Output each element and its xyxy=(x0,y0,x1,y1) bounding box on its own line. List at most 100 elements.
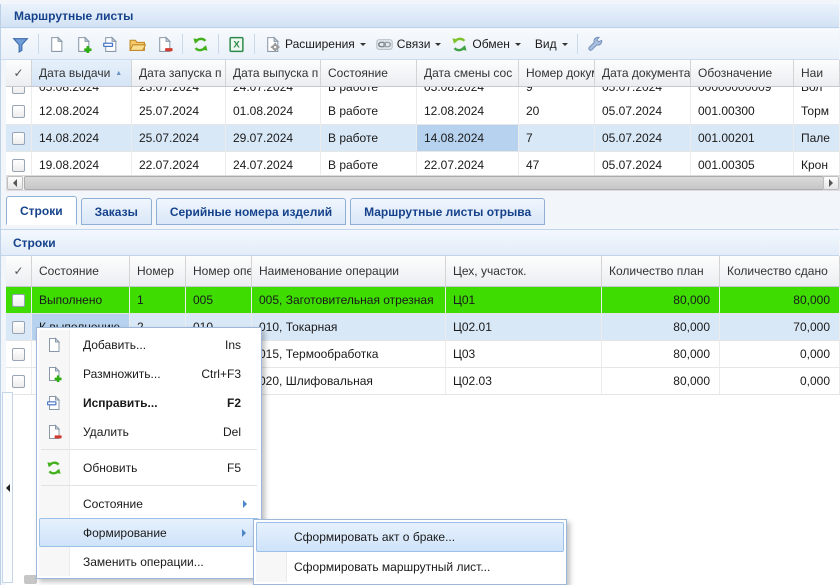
table-cell[interactable]: 24.07.2024 xyxy=(226,87,321,98)
table-cell[interactable]: 001.00305 xyxy=(691,152,794,175)
menu-item-delete[interactable]: УдалитьDel xyxy=(39,417,259,446)
scroll-right-button[interactable] xyxy=(823,176,839,190)
table-cell[interactable]: 005 xyxy=(186,287,252,313)
table-cell[interactable]: Ц01 xyxy=(446,287,602,313)
table-cell[interactable]: 05.07.2024 xyxy=(595,152,691,175)
table-cell[interactable]: 05.07.2024 xyxy=(595,98,691,124)
excel-export-button[interactable]: X xyxy=(224,32,249,56)
extensions-menu-button[interactable]: Расширения xyxy=(260,32,370,56)
row-checkbox[interactable] xyxy=(12,375,25,388)
column-header[interactable]: Номер опера xyxy=(186,256,252,286)
table-cell[interactable]: 19.08.2024 xyxy=(32,152,132,175)
menu-item-replace-operations[interactable]: Заменить операции... xyxy=(39,547,259,576)
table-cell[interactable]: Крон xyxy=(794,152,840,175)
column-header[interactable]: Наи xyxy=(794,60,840,86)
row-select-cell[interactable] xyxy=(6,98,32,124)
table-cell[interactable]: 25.07.2024 xyxy=(132,98,226,124)
table-cell[interactable]: 24.07.2024 xyxy=(226,152,321,175)
row-select-cell[interactable] xyxy=(6,287,32,313)
table-cell[interactable]: В работе xyxy=(321,152,417,175)
table-cell[interactable]: 01.08.2024 xyxy=(226,98,321,124)
column-header[interactable]: Номер xyxy=(130,256,186,286)
table-cell[interactable]: 020, Шлифовальная xyxy=(252,368,446,394)
row-select-cell[interactable] xyxy=(6,368,32,394)
table-cell[interactable]: 1 xyxy=(130,287,186,313)
table-cell[interactable]: 05.08.2024 xyxy=(32,87,132,98)
table-cell[interactable]: В работе xyxy=(321,98,417,124)
table-cell[interactable]: 70,000 xyxy=(720,314,840,340)
submenu-item-route-sheet[interactable]: Сформировать маршрутный лист... xyxy=(256,552,564,582)
table-cell[interactable]: В работе xyxy=(321,87,417,98)
table-cell[interactable]: Ц02.01 xyxy=(446,314,602,340)
column-header[interactable]: Номер докум xyxy=(519,60,595,86)
tab-lines[interactable]: Строки xyxy=(6,196,77,225)
table-row[interactable]: 19.08.202422.07.202424.07.2024В работе22… xyxy=(6,152,840,175)
table-cell[interactable]: 9 xyxy=(519,87,595,98)
table-cell[interactable]: 80,000 xyxy=(602,287,720,313)
table-cell[interactable]: 23.07.2024 xyxy=(132,87,226,98)
table-cell[interactable]: 00000000009 xyxy=(691,87,794,98)
table-cell[interactable]: 80,000 xyxy=(602,314,720,340)
table-cell[interactable]: 14.08.2024 xyxy=(417,125,519,151)
row-checkbox[interactable] xyxy=(12,132,25,145)
column-header[interactable]: Количество сдано xyxy=(720,256,840,286)
row-checkbox[interactable] xyxy=(12,105,25,118)
column-header[interactable]: Состояние xyxy=(321,60,417,86)
menu-item-forming[interactable]: Формирование xyxy=(39,518,259,547)
column-header[interactable]: Цех, участок. xyxy=(446,256,602,286)
column-header[interactable]: Дата смены сос xyxy=(417,60,519,86)
menu-item-duplicate[interactable]: Размножить...Ctrl+F3 xyxy=(39,359,259,388)
settings-button[interactable] xyxy=(583,32,608,56)
row-checkbox[interactable] xyxy=(12,159,25,172)
column-header[interactable]: Дата документа xyxy=(595,60,691,86)
table-row[interactable]: 14.08.202425.07.202429.07.2024В работе14… xyxy=(6,125,840,152)
table-cell[interactable]: 05.08.2024 xyxy=(417,87,519,98)
table-cell[interactable]: 22.07.2024 xyxy=(132,152,226,175)
delete-button[interactable] xyxy=(152,32,177,56)
menu-item-state[interactable]: Состояние xyxy=(39,489,259,518)
table-cell[interactable]: Торм xyxy=(794,98,840,124)
table-cell[interactable]: 005, Заготовительная отрезная xyxy=(252,287,446,313)
table-cell[interactable]: 14.08.2024 xyxy=(32,125,132,151)
table-cell[interactable]: Вол xyxy=(794,87,840,98)
table-cell[interactable]: Ц03 xyxy=(446,341,602,367)
table-row[interactable]: Выполнено1005005, Заготовительная отрезн… xyxy=(6,287,840,314)
table-cell[interactable]: 001.00300 xyxy=(691,98,794,124)
column-header[interactable]: Количество план xyxy=(602,256,720,286)
table-cell[interactable]: 0,000 xyxy=(720,341,840,367)
column-header[interactable]: Обозначение xyxy=(691,60,794,86)
table-cell[interactable]: 7 xyxy=(519,125,595,151)
row-checkbox[interactable] xyxy=(12,294,25,307)
row-select-cell[interactable] xyxy=(6,314,32,340)
scrollbar-thumb[interactable] xyxy=(24,176,824,190)
select-all-column-header[interactable]: ✓ xyxy=(6,60,32,86)
submenu-item-defect-act[interactable]: Сформировать акт о браке... xyxy=(256,522,564,552)
table-cell[interactable]: 80,000 xyxy=(720,287,840,313)
filter-button[interactable] xyxy=(8,32,33,56)
row-checkbox[interactable] xyxy=(12,87,25,94)
row-select-cell[interactable] xyxy=(6,341,32,367)
row-select-cell[interactable] xyxy=(6,125,32,151)
duplicate-button[interactable] xyxy=(71,32,96,56)
tab-orders[interactable]: Заказы xyxy=(81,198,152,225)
table-cell[interactable]: 80,000 xyxy=(602,368,720,394)
table-cell[interactable]: 12.08.2024 xyxy=(417,98,519,124)
menu-item-add[interactable]: Добавить...Ins xyxy=(39,330,259,359)
scroll-left-button[interactable] xyxy=(7,176,23,190)
row-select-cell[interactable] xyxy=(6,152,32,175)
select-all-column-header[interactable]: ✓ xyxy=(6,256,32,286)
links-menu-button[interactable]: Связи xyxy=(372,32,446,56)
column-header[interactable]: Дата запуска п xyxy=(132,60,226,86)
column-header[interactable]: Дата выдачи▲ xyxy=(32,60,132,86)
column-header[interactable]: Состояние xyxy=(32,256,130,286)
table-cell[interactable]: 0,000 xyxy=(720,368,840,394)
menu-item-refresh[interactable]: ОбновитьF5 xyxy=(39,453,259,482)
menu-item-edit[interactable]: Исправить...F2 xyxy=(39,388,259,417)
refresh-button[interactable] xyxy=(188,32,213,56)
add-button[interactable] xyxy=(44,32,69,56)
table-cell[interactable]: Ц02.03 xyxy=(446,368,602,394)
row-checkbox[interactable] xyxy=(12,348,25,361)
table-row[interactable]: 12.08.202425.07.202401.08.2024В работе12… xyxy=(6,98,840,125)
table-cell[interactable]: 015, Термообработка xyxy=(252,341,446,367)
table-cell[interactable]: 05.07.2024 xyxy=(595,87,691,98)
